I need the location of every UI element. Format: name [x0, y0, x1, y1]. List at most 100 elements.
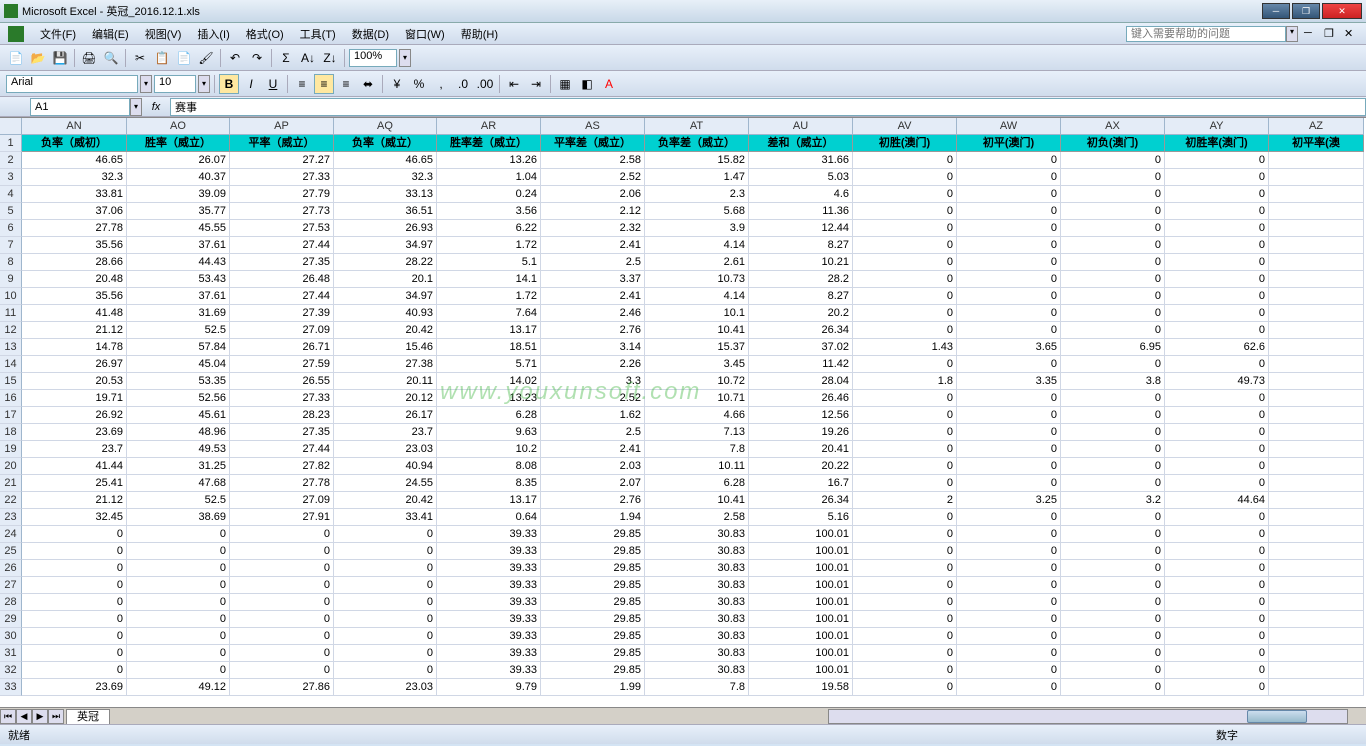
- print-button[interactable]: 🖨: [79, 48, 99, 68]
- cell[interactable]: 20.48: [22, 271, 127, 288]
- cell[interactable]: [1269, 254, 1364, 271]
- cell[interactable]: 0: [230, 628, 334, 645]
- cell[interactable]: 52.56: [127, 390, 230, 407]
- comma-button[interactable]: ,: [431, 74, 451, 94]
- cell[interactable]: 49.12: [127, 679, 230, 696]
- doc-restore-button[interactable]: ❐: [1324, 27, 1338, 41]
- cell[interactable]: 3.14: [541, 339, 645, 356]
- cell[interactable]: 27.59: [230, 356, 334, 373]
- cell[interactable]: 37.61: [127, 237, 230, 254]
- cell[interactable]: 0: [22, 543, 127, 560]
- cell[interactable]: 38.69: [127, 509, 230, 526]
- cell[interactable]: 0: [1061, 288, 1165, 305]
- cell[interactable]: 0: [957, 356, 1061, 373]
- cell[interactable]: 39.33: [437, 594, 541, 611]
- cell[interactable]: 0: [1061, 390, 1165, 407]
- cell[interactable]: [1269, 186, 1364, 203]
- cell[interactable]: 47.68: [127, 475, 230, 492]
- scrollbar-thumb[interactable]: [1247, 710, 1307, 723]
- cell[interactable]: [1269, 679, 1364, 696]
- cell[interactable]: 0: [957, 458, 1061, 475]
- cell[interactable]: 37.61: [127, 288, 230, 305]
- cell[interactable]: 2.12: [541, 203, 645, 220]
- cell[interactable]: 0: [22, 628, 127, 645]
- cell[interactable]: 0: [1061, 628, 1165, 645]
- cell[interactable]: 34.97: [334, 288, 437, 305]
- save-button[interactable]: 💾: [50, 48, 70, 68]
- cell[interactable]: 26.17: [334, 407, 437, 424]
- cell[interactable]: [1269, 356, 1364, 373]
- cell[interactable]: 30.83: [645, 594, 749, 611]
- cell[interactable]: 29.85: [541, 594, 645, 611]
- cell[interactable]: 49.53: [127, 441, 230, 458]
- cell[interactable]: 2.52: [541, 390, 645, 407]
- column-label[interactable]: 胜率（威立）: [127, 135, 230, 152]
- cell[interactable]: 0: [1165, 509, 1269, 526]
- cell[interactable]: 10.21: [749, 254, 853, 271]
- cell[interactable]: 0: [853, 424, 957, 441]
- cell[interactable]: 0: [957, 305, 1061, 322]
- cell[interactable]: 19.58: [749, 679, 853, 696]
- cell[interactable]: 15.82: [645, 152, 749, 169]
- horizontal-scrollbar[interactable]: [828, 709, 1348, 724]
- cell[interactable]: 19.26: [749, 424, 853, 441]
- column-label[interactable]: 平率差（威立）: [541, 135, 645, 152]
- column-label[interactable]: 差和（威立）: [749, 135, 853, 152]
- row-header[interactable]: 2: [0, 152, 22, 169]
- cell[interactable]: 27.38: [334, 356, 437, 373]
- cell[interactable]: 7.8: [645, 441, 749, 458]
- cell[interactable]: 45.55: [127, 220, 230, 237]
- cell[interactable]: [1269, 577, 1364, 594]
- cell[interactable]: 48.96: [127, 424, 230, 441]
- font-size-select[interactable]: 10: [154, 75, 196, 93]
- cell[interactable]: 33.41: [334, 509, 437, 526]
- col-header[interactable]: AY: [1165, 118, 1269, 135]
- cell[interactable]: 0: [1165, 305, 1269, 322]
- cell[interactable]: 28.2: [749, 271, 853, 288]
- cell[interactable]: 100.01: [749, 543, 853, 560]
- cell[interactable]: 0: [853, 152, 957, 169]
- cell[interactable]: 11.42: [749, 356, 853, 373]
- cell[interactable]: 40.37: [127, 169, 230, 186]
- cell[interactable]: 0: [957, 628, 1061, 645]
- name-box[interactable]: A1: [30, 98, 130, 116]
- col-header[interactable]: AU: [749, 118, 853, 135]
- decrease-indent-button[interactable]: ⇤: [504, 74, 524, 94]
- cell[interactable]: 0: [1165, 679, 1269, 696]
- maximize-button[interactable]: ❐: [1292, 3, 1320, 19]
- col-header[interactable]: AP: [230, 118, 334, 135]
- cell[interactable]: 31.66: [749, 152, 853, 169]
- cell[interactable]: 0: [127, 543, 230, 560]
- cell[interactable]: 0: [853, 526, 957, 543]
- cell[interactable]: 30.83: [645, 611, 749, 628]
- cell[interactable]: 46.65: [22, 152, 127, 169]
- column-label[interactable]: 负率差（威立）: [645, 135, 749, 152]
- row-headers[interactable]: 1234567891011121314151617181920212223242…: [0, 135, 22, 696]
- cell[interactable]: 7.64: [437, 305, 541, 322]
- cell[interactable]: 26.55: [230, 373, 334, 390]
- cell[interactable]: 12.56: [749, 407, 853, 424]
- col-header[interactable]: AW: [957, 118, 1061, 135]
- row-header[interactable]: 26: [0, 560, 22, 577]
- cell[interactable]: 0: [1061, 475, 1165, 492]
- redo-button[interactable]: ↷: [247, 48, 267, 68]
- cell[interactable]: [1269, 203, 1364, 220]
- cell[interactable]: 3.2: [1061, 492, 1165, 509]
- row-header[interactable]: 18: [0, 424, 22, 441]
- row-header[interactable]: 24: [0, 526, 22, 543]
- italic-button[interactable]: I: [241, 74, 261, 94]
- row-header[interactable]: 28: [0, 594, 22, 611]
- decrease-decimal-button[interactable]: .00: [475, 74, 495, 94]
- cell[interactable]: [1269, 237, 1364, 254]
- cell[interactable]: 0: [1165, 560, 1269, 577]
- cell[interactable]: 2.41: [541, 237, 645, 254]
- cell[interactable]: 16.7: [749, 475, 853, 492]
- row-header[interactable]: 8: [0, 254, 22, 271]
- cell[interactable]: 52.5: [127, 322, 230, 339]
- cell[interactable]: 0: [334, 662, 437, 679]
- cell[interactable]: 2.26: [541, 356, 645, 373]
- cell[interactable]: 10.41: [645, 492, 749, 509]
- cell[interactable]: 0.24: [437, 186, 541, 203]
- cell[interactable]: 0: [853, 390, 957, 407]
- prev-sheet-button[interactable]: ◀: [16, 709, 32, 724]
